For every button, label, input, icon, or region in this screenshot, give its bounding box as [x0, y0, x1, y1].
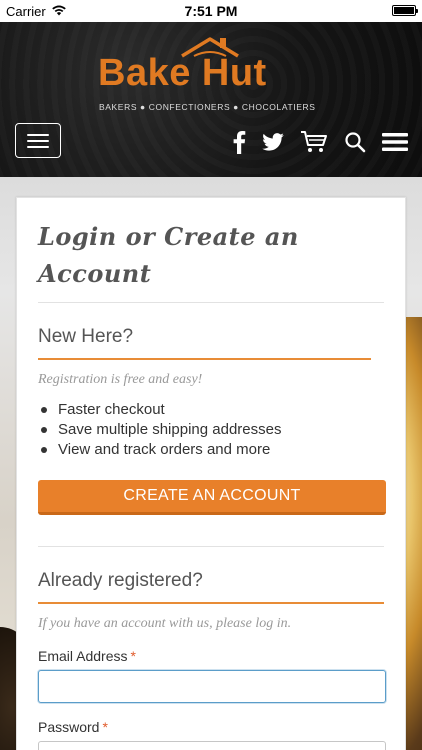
twitter-icon[interactable]	[262, 133, 284, 151]
cart-icon[interactable]	[300, 130, 328, 154]
required-marker: *	[102, 719, 108, 735]
email-label-text: Email Address	[38, 648, 128, 664]
header-icon-bar	[232, 130, 408, 154]
new-here-heading: New Here?	[38, 326, 371, 360]
page-title-line2: Account	[38, 259, 152, 288]
benefits-list: Faster checkout Save multiple shipping a…	[38, 400, 384, 460]
list-item: View and track orders and more	[38, 440, 384, 460]
site-header: Bake Hut BAKERS ● CONFECTIONERS ● CHOCOL…	[0, 22, 422, 177]
status-bar: Carrier 7:51 PM	[0, 0, 422, 22]
brand-name: Bake Hut	[98, 52, 267, 94]
list-item: Faster checkout	[38, 400, 384, 420]
brand-logo[interactable]: Bake Hut BAKERS ● CONFECTIONERS ● CHOCOL…	[96, 36, 326, 116]
list-item: Save multiple shipping addresses	[38, 420, 384, 440]
email-label: Email Address *	[38, 648, 384, 664]
nav-toggle-button[interactable]	[15, 123, 61, 158]
hamburger-line	[27, 139, 49, 142]
facebook-icon[interactable]	[232, 130, 246, 154]
hamburger-line	[27, 133, 49, 136]
hamburger-line	[27, 145, 49, 148]
search-icon[interactable]	[344, 131, 366, 153]
password-field[interactable]	[38, 741, 386, 750]
menu-icon[interactable]	[382, 132, 408, 152]
page-title-line1: Login or Create an	[38, 222, 299, 251]
required-marker: *	[130, 648, 136, 664]
registration-subtext: Registration is free and easy!	[38, 372, 203, 387]
divider	[38, 302, 384, 303]
divider	[38, 546, 384, 547]
login-card: Login or Create an Account New Here? Reg…	[16, 197, 406, 750]
password-label: Password *	[38, 719, 384, 735]
login-subtext: If you have an account with us, please l…	[38, 616, 292, 631]
status-time: 7:51 PM	[184, 3, 238, 19]
already-registered-heading: Already registered?	[38, 570, 384, 604]
password-label-text: Password	[38, 719, 100, 735]
create-account-button[interactable]: CREATE AN ACCOUNT	[38, 480, 386, 515]
email-field[interactable]	[38, 670, 386, 703]
brand-tagline: BAKERS ● CONFECTIONERS ● CHOCOLATIERS	[99, 102, 316, 112]
page-title: Login or Create an Account	[38, 218, 384, 292]
battery-icon	[392, 5, 418, 16]
